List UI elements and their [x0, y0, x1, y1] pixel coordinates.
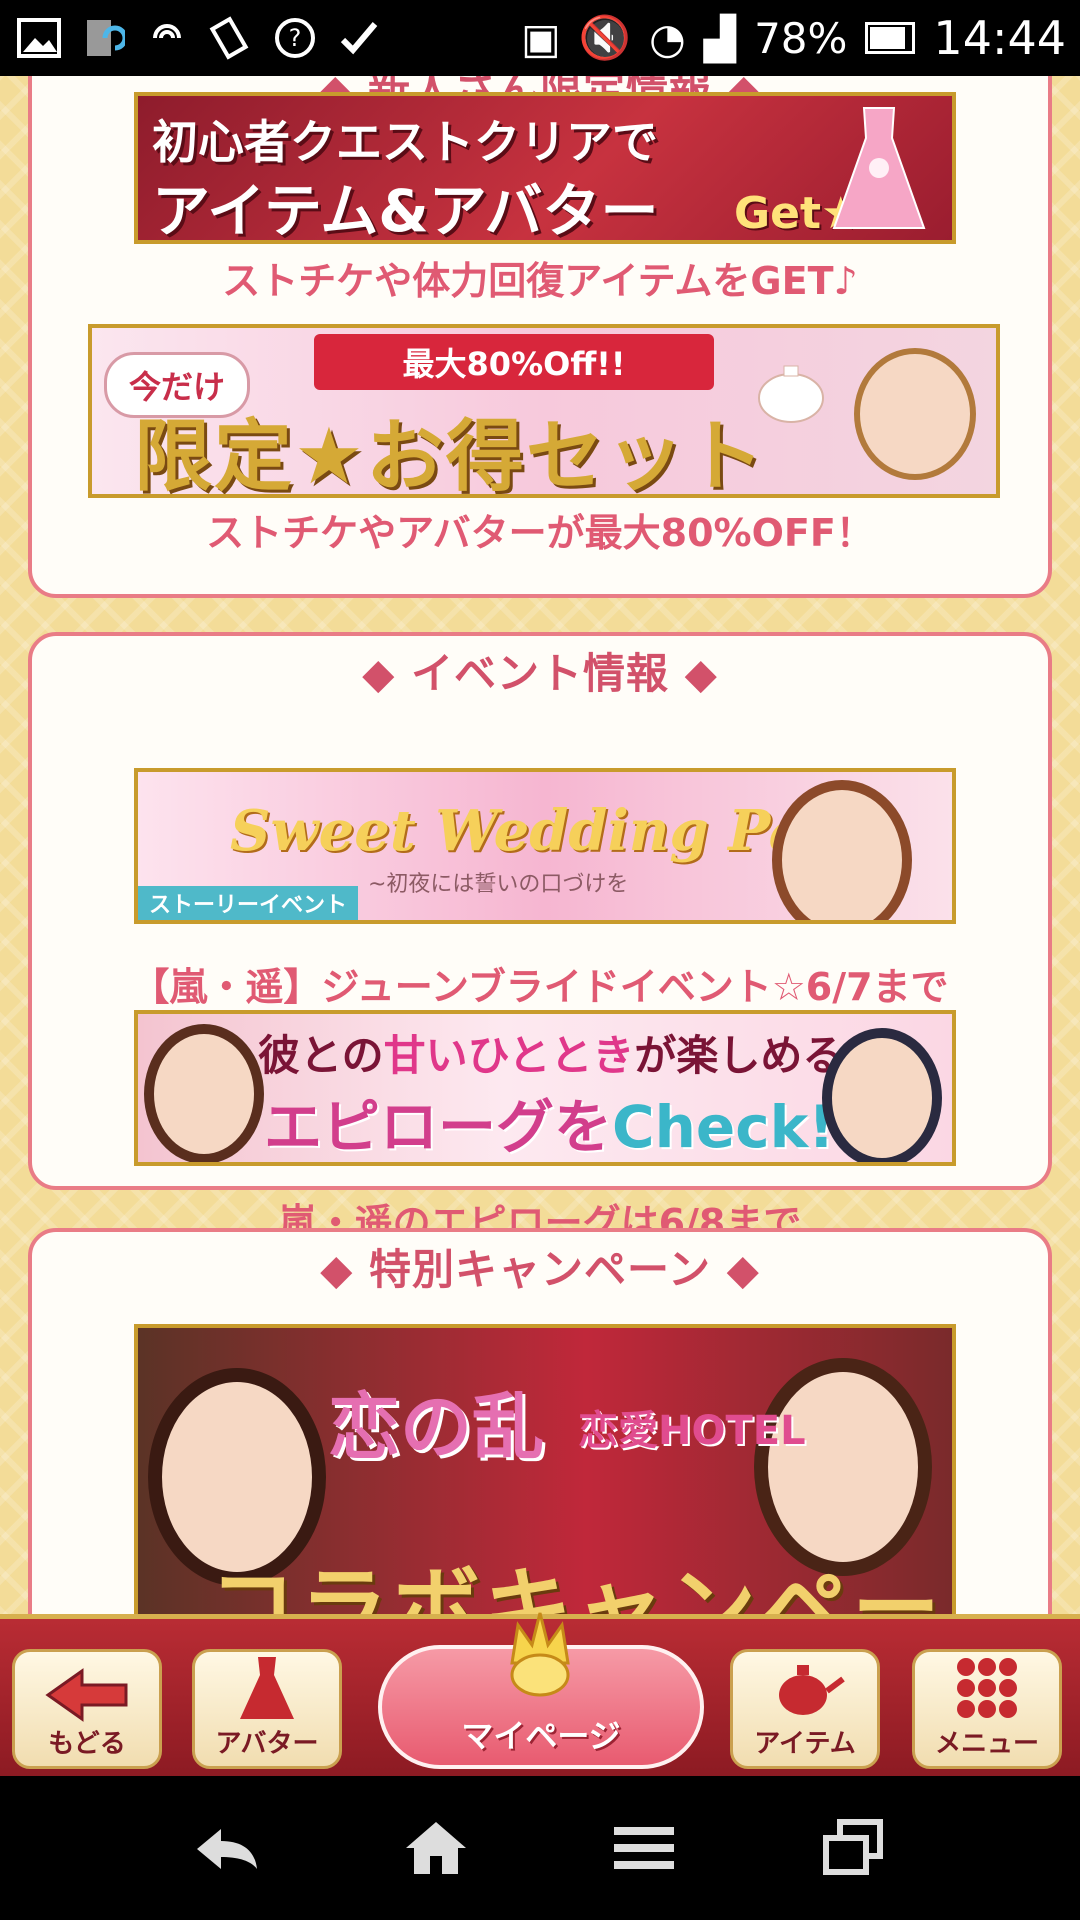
clock: 14:44: [933, 11, 1066, 65]
system-home-button[interactable]: [396, 1812, 476, 1884]
character-left-illustration: [144, 1024, 264, 1162]
status-bar: ? ▣ 🔇 ◔ ▟ 78% 14:44: [0, 0, 1080, 76]
banner-line2: アイテム&アバター: [152, 177, 659, 244]
avatar-button[interactable]: アバター: [192, 1649, 342, 1769]
wedding-event-banner[interactable]: Sweet Wedding Party ~初夜には誓いの口づけを ストーリーイベ…: [134, 768, 956, 924]
battery-percent: 78%: [754, 13, 848, 63]
check-icon: [334, 13, 384, 63]
help-icon: ?: [270, 13, 320, 63]
back-label: もどる: [48, 1729, 126, 1759]
epilogue-line1: 彼との甘いひとときが楽しめる♥: [258, 1031, 882, 1080]
beginner-quest-banner[interactable]: 初心者クエストクリアで アイテム&アバター Get★: [134, 92, 956, 244]
teapot-icon: [779, 1665, 845, 1715]
vr-icon: ▣: [521, 13, 561, 63]
mute-icon: 🔇: [578, 13, 632, 62]
bottom-nav: もどる アバター マイページ アイテム メニュー: [0, 1612, 1080, 1781]
epilogue-banner[interactable]: 彼との甘いひとときが楽しめる♥ エピローグをCheck!: [134, 1010, 956, 1166]
crown-icon: [510, 1612, 570, 1697]
event-subtitle: ~初夜には誓いの口づけを: [368, 872, 629, 897]
limited-set-banner[interactable]: 今だけ 最大80%Off!! 限定★お得セット: [88, 324, 1000, 498]
discount-ribbon: 最大80%Off!!: [314, 334, 714, 390]
banner-line1: 初心者クエストクリアで: [152, 115, 658, 169]
avatar-girl-illustration: [854, 348, 976, 480]
teapot-icon: [758, 365, 824, 423]
mypage-label: マイページ: [461, 1717, 621, 1755]
page-content[interactable]: ◆ 新人さん限定情報 ◆ 初心者クエストクリアで アイテム&アバター Get★ …: [0, 76, 1080, 1614]
battery-icon: [865, 22, 916, 54]
wifi-icon: ◔: [649, 13, 686, 63]
wedding-event-caption[interactable]: 【嵐・遥】ジューンブライドイベント☆6/7まで: [32, 956, 1048, 1011]
epilogue-line2: エピローグをCheck!: [264, 1093, 835, 1161]
section-title-campaign: ◆ 特別キャンペーン ◆: [320, 1245, 760, 1294]
nfc-icon: [142, 13, 192, 63]
menu-label: メニュー: [934, 1729, 1039, 1759]
gallery-icon: [14, 13, 64, 63]
item-button[interactable]: アイテム: [730, 1649, 880, 1769]
beginner-quest-caption[interactable]: ストチケや体力回復アイテムをGET♪: [32, 250, 1048, 305]
avatar-label: アバター: [215, 1729, 319, 1759]
newcomer-section: ◆ 新人さん限定情報 ◆ 初心者クエストクリアで アイテム&アバター Get★ …: [28, 76, 1052, 598]
limited-set-caption[interactable]: ストチケやアバターが最大80%OFF！: [32, 502, 1048, 557]
menu-button[interactable]: メニュー: [912, 1649, 1062, 1769]
system-recents-button[interactable]: [814, 1812, 894, 1884]
section-title-event: ◆ イベント情報 ◆: [362, 649, 718, 698]
story-event-tag: ストーリーイベント: [138, 886, 358, 920]
item-label: アイテム: [754, 1729, 856, 1759]
dress-illustration: [832, 107, 926, 229]
dress-icon: [240, 1657, 294, 1719]
system-back-button[interactable]: [186, 1812, 266, 1884]
svg-text:?: ?: [289, 24, 302, 52]
character-right-illustration: [822, 1028, 942, 1162]
back-button[interactable]: もどる: [12, 1649, 162, 1769]
rotate-icon: [206, 13, 256, 63]
system-nav-bar: [0, 1776, 1080, 1920]
sync-icon: [78, 13, 128, 63]
recents-icon: [823, 1819, 883, 1875]
signal-icon: ▟: [703, 13, 737, 63]
collab-campaign-banner[interactable]: 恋の乱 恋愛HOTEL コラボキャンペーン: [134, 1324, 956, 1614]
renai-hotel-logo: 恋愛HOTEL: [578, 1408, 806, 1454]
koinoran-logo: 恋の乱: [328, 1385, 545, 1469]
collab-headline: コラボキャンペーン: [208, 1557, 945, 1614]
home-icon: [406, 1822, 466, 1874]
back-arrow-icon: [45, 1668, 128, 1722]
campaign-section: ◆ 特別キャンペーン ◆ 恋の乱 恋愛HOTEL コラボキャンペーン: [28, 1228, 1052, 1614]
event-section: ◆ イベント情報 ◆ Sweet Wedding Party ~初夜には誓いの口…: [28, 632, 1052, 1245]
system-menu-button[interactable]: [604, 1812, 684, 1884]
hamburger-icon: [614, 1827, 674, 1869]
back-icon: [197, 1829, 257, 1869]
grid-menu-icon: [957, 1658, 1017, 1718]
banner-headline: 限定★お得セット: [134, 412, 766, 498]
